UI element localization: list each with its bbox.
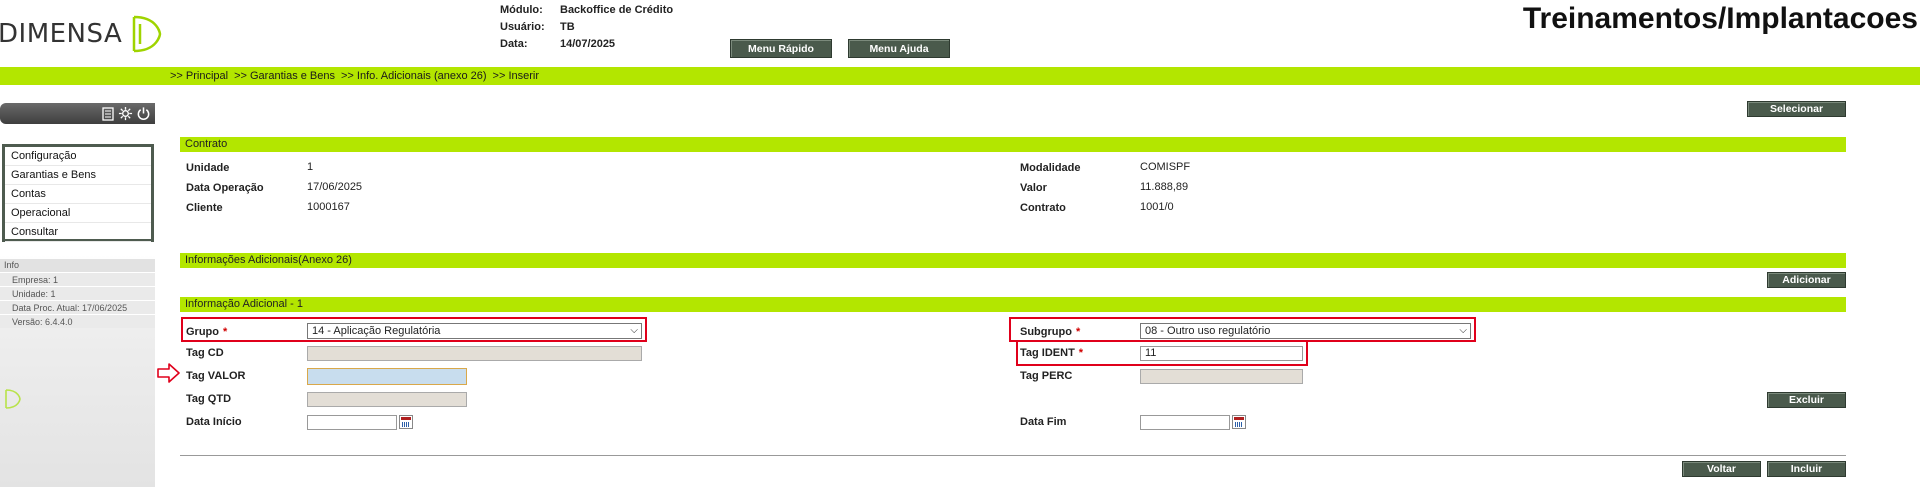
data-operacao-label: Data Operação	[186, 182, 264, 194]
meta-usuario: Usuário: TB	[500, 21, 575, 33]
data-inicio-input[interactable]	[307, 415, 397, 430]
calculator-icon[interactable]	[101, 106, 115, 121]
sidebar: Configuração Garantias e Bens Contas Ope…	[0, 85, 155, 487]
dimensa-logo: DIMENSA	[0, 12, 162, 56]
info-adicionais-section-header: Informações Adicionais(Anexo 26)	[180, 253, 1846, 268]
data-fim-label: Data Fim	[1020, 416, 1067, 428]
unidade-label: Unidade	[186, 162, 230, 174]
tag-valor-label: Tag VALOR	[186, 370, 246, 382]
sidebar-info: Info Empresa: 1 Unidade: 1 Data Proc. At…	[0, 259, 155, 328]
incluir-button[interactable]: Incluir	[1767, 461, 1846, 477]
grupo-highlight-box	[181, 317, 647, 342]
modalidade-value: COMISPF	[1140, 161, 1191, 173]
sidebar-item-configuracao[interactable]: Configuração	[5, 147, 151, 166]
dimensa-small-logo-icon	[5, 389, 21, 409]
info-adicional-1-header: Informação Adicional - 1	[180, 297, 1846, 312]
menu-rapido-button[interactable]: Menu Rápido	[730, 39, 832, 58]
data-inicio-label: Data Início	[186, 416, 242, 428]
breadcrumb-garantias[interactable]: >> Garantias e Bens	[234, 70, 335, 82]
contrato-value: 1001/0	[1140, 201, 1174, 213]
valor-label: Valor	[1020, 182, 1047, 194]
adicionar-button[interactable]: Adicionar	[1767, 272, 1846, 288]
company-title: Treinamentos/Implantacoes	[1522, 2, 1918, 35]
arrow-right-icon	[157, 363, 180, 383]
gear-icon[interactable]	[118, 106, 133, 121]
info-title: Info	[0, 259, 155, 272]
modalidade-label: Modalidade	[1020, 162, 1081, 174]
info-unidade: Unidade: 1	[0, 286, 155, 300]
session-info: Módulo: Backoffice de Crédito Usuário: T…	[500, 4, 673, 55]
sidebar-item-garantias[interactable]: Garantias e Bens	[5, 166, 151, 185]
sidebar-item-contas[interactable]: Contas	[5, 185, 151, 204]
tag-qtd-label: Tag QTD	[186, 393, 232, 405]
tag-cd-label: Tag CD	[186, 347, 224, 359]
breadcrumb: >> Principal >> Garantias e Bens >> Info…	[0, 67, 1920, 85]
excluir-button[interactable]: Excluir	[1767, 392, 1846, 408]
breadcrumb-principal[interactable]: >> Principal	[170, 70, 228, 82]
tag-valor-input[interactable]	[307, 368, 467, 385]
info-empresa: Empresa: 1	[0, 272, 155, 286]
cliente-value: 1000167	[307, 201, 350, 213]
tag-qtd-input	[307, 392, 467, 407]
tag-perc-input	[1140, 369, 1303, 384]
selecionar-button[interactable]: Selecionar	[1747, 101, 1846, 117]
sidebar-toolbar	[0, 103, 155, 124]
logo-text: DIMENSA	[0, 19, 123, 49]
meta-data: Data: 14/07/2025	[500, 38, 616, 50]
menu-ajuda-button[interactable]: Menu Ajuda	[848, 39, 950, 58]
data-fim-input[interactable]	[1140, 415, 1230, 430]
breadcrumb-inserir: >> Inserir	[492, 70, 540, 82]
dimensa-d-icon	[133, 15, 162, 53]
calendar-icon[interactable]	[1232, 415, 1246, 429]
tag-ident-highlight-box	[1016, 340, 1308, 366]
calendar-icon[interactable]	[399, 415, 413, 429]
subgrupo-highlight-box	[1009, 317, 1476, 342]
contrato-label: Contrato	[1020, 202, 1066, 214]
form-divider	[180, 455, 1846, 456]
meta-modulo: Módulo: Backoffice de Crédito	[500, 4, 674, 16]
unidade-value: 1	[307, 161, 314, 173]
sidebar-item-consultar[interactable]: Consultar	[5, 223, 151, 242]
valor-value: 11.888,89	[1140, 181, 1189, 193]
voltar-button[interactable]: Voltar	[1682, 461, 1761, 477]
sidebar-item-operacional[interactable]: Operacional	[5, 204, 151, 223]
breadcrumb-info-adicionais[interactable]: >> Info. Adicionais (anexo 26)	[341, 70, 487, 82]
main-content: Selecionar Contrato Unidade 1 Data Opera…	[157, 85, 1846, 487]
data-operacao-value: 17/06/2025	[307, 181, 363, 193]
cliente-label: Cliente	[186, 202, 223, 214]
tag-perc-label: Tag PERC	[1020, 370, 1073, 382]
tag-cd-input	[307, 346, 642, 361]
sidebar-menu: Configuração Garantias e Bens Contas Ope…	[2, 144, 154, 242]
info-data-proc: Data Proc. Atual: 17/06/2025	[0, 300, 155, 314]
contrato-section-header: Contrato	[180, 137, 1846, 152]
info-versao: Versão: 6.4.4.0	[0, 314, 155, 328]
power-icon[interactable]	[136, 106, 151, 121]
